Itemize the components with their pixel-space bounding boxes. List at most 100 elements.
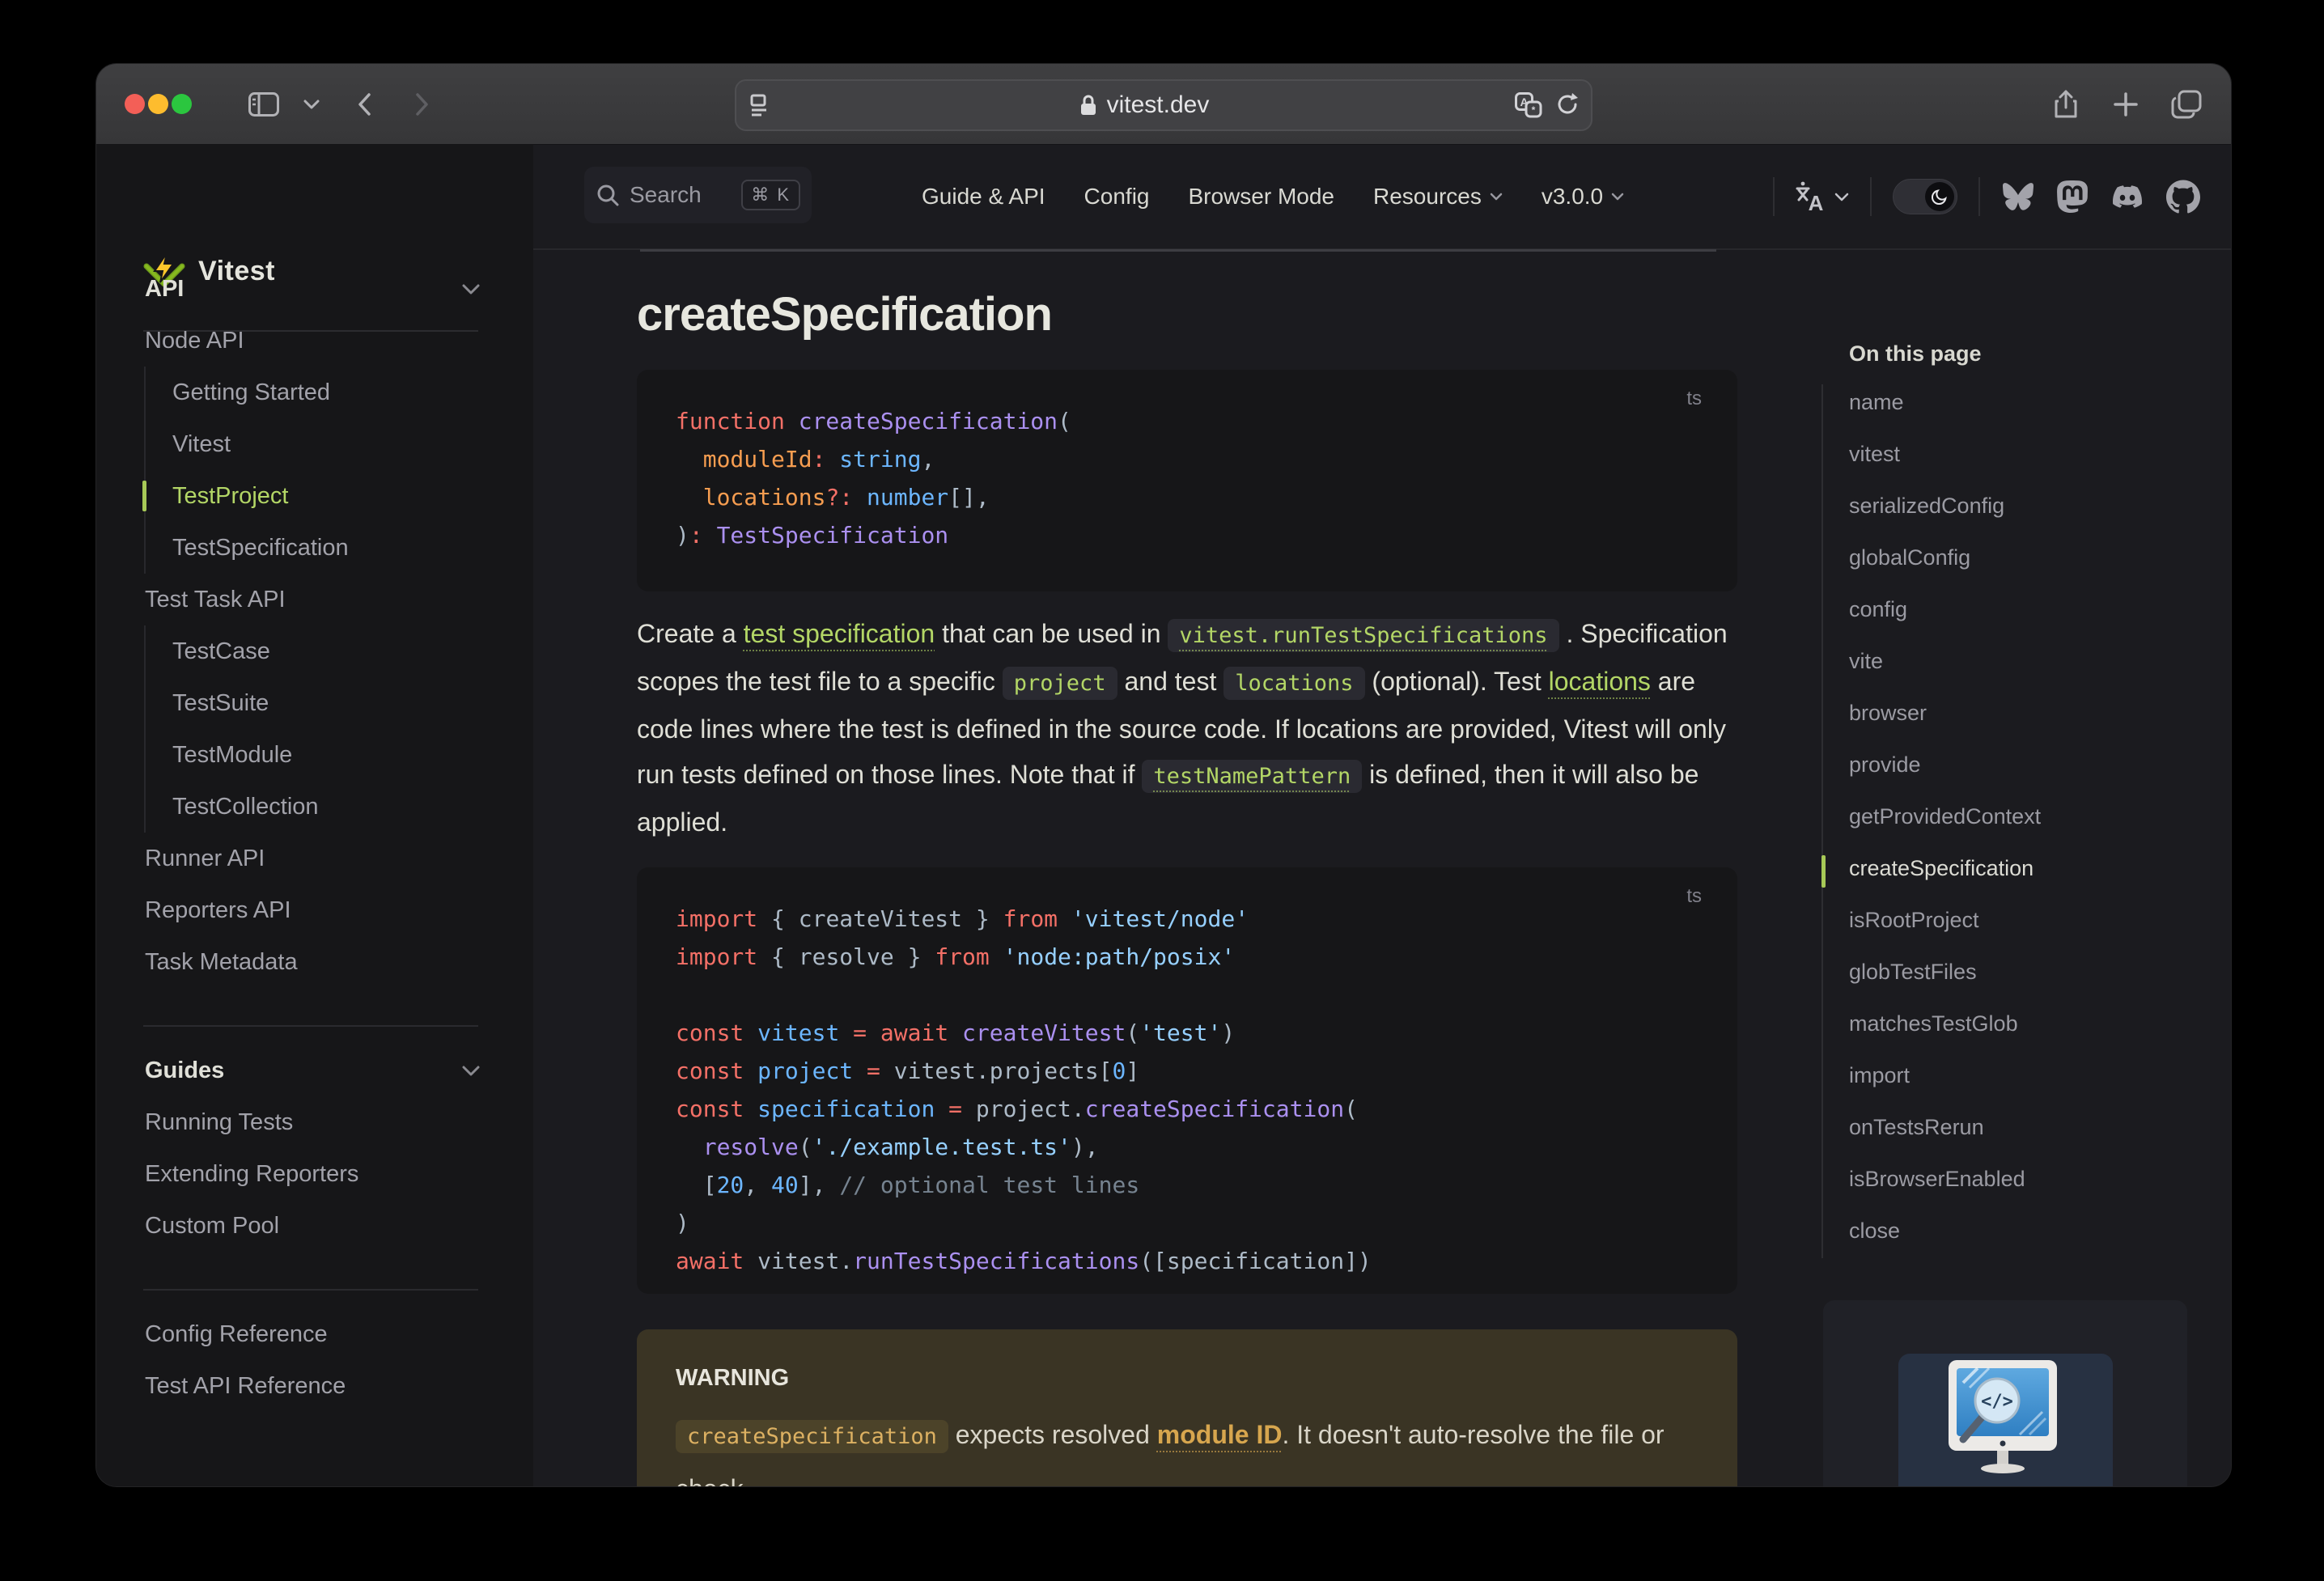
sidebar-divider (143, 1025, 478, 1027)
inline-code: createSpecification (676, 1420, 948, 1453)
discord-icon[interactable] (2110, 182, 2145, 211)
zoom-window-button[interactable] (172, 94, 192, 114)
docs-sidebar: Vitest API Node API Getting Started Vitest T… (96, 145, 533, 1486)
chevron-down-icon (1611, 193, 1624, 201)
inline-link[interactable]: locations (1549, 667, 1651, 696)
inline-code: project (1002, 667, 1117, 700)
toc-item-isrootproject[interactable]: isRootProject (1821, 894, 2210, 946)
toc-item-createspecification[interactable]: createSpecification (1821, 842, 2210, 894)
inline-code-link[interactable]: vitest.runTestSpecifications (1168, 619, 1559, 652)
sidebar-item-runner-api[interactable]: Runner API (96, 833, 533, 884)
language-menu[interactable]: A (1796, 180, 1849, 213)
toc-item-ontestsrerun[interactable]: onTestsRerun (1821, 1101, 2210, 1153)
browser-window: vitest.dev A * Vitest API Node API Getti… (95, 63, 2232, 1487)
warning-line: createSpecification expects resolved mod… (676, 1409, 1698, 1486)
page-title: createSpecification (637, 288, 1053, 341)
forward-button[interactable] (415, 64, 430, 145)
toc-item-getprovidedcontext[interactable]: getProvidedContext (1821, 790, 2210, 842)
toc-title: On this page (1849, 341, 1982, 366)
sidebar-item-guides[interactable]: Guides (96, 1045, 533, 1096)
toc-item-vite[interactable]: vite (1821, 635, 2210, 687)
minimize-window-button[interactable] (148, 94, 168, 114)
warning-title: WARNING (676, 1365, 790, 1391)
toc-item-name[interactable]: name (1821, 376, 2210, 428)
close-window-button[interactable] (125, 94, 145, 114)
sidebar-item-vitest[interactable]: Vitest (96, 418, 533, 470)
sidebar-item-reporters-api[interactable]: Reporters API (96, 884, 533, 936)
sidebar-item-extending-reporters[interactable]: Extending Reporters (96, 1148, 533, 1200)
warning-callout: WARNING createSpecification expects reso… (637, 1329, 1737, 1486)
sidebar-toggle-icon[interactable] (248, 64, 279, 145)
reload-icon[interactable] (1555, 92, 1580, 118)
toc-item-matchestestglob[interactable]: matchesTestGlob (1821, 998, 2210, 1049)
new-tab-icon[interactable] (2113, 64, 2139, 145)
toc-item-serializedconfig[interactable]: serializedConfig (1821, 480, 2210, 532)
description-paragraph: Create a test specification that can be … (637, 619, 1728, 837)
tabs-overview-icon[interactable] (2171, 64, 2202, 145)
svg-text:A: A (1809, 191, 1824, 213)
toc-item-provide[interactable]: provide (1821, 739, 2210, 790)
chevron-down-icon (1490, 193, 1503, 201)
toc-item-browser[interactable]: browser (1821, 687, 2210, 739)
toc-item-globalconfig[interactable]: globalConfig (1821, 532, 2210, 583)
svg-text:*: * (1532, 104, 1536, 116)
sidebar-item-testcollection[interactable]: TestCollection (96, 781, 533, 833)
inline-code-link[interactable]: testNamePattern (1142, 760, 1363, 793)
inline-link[interactable]: module ID (1157, 1420, 1283, 1449)
nav-link-resources[interactable]: Resources (1373, 184, 1503, 210)
sidebar-chevron-down-icon[interactable] (303, 64, 320, 145)
nav-link-guide-api[interactable]: Guide & API (922, 184, 1045, 210)
inline-link[interactable]: test specification (744, 619, 935, 648)
translate-icon[interactable]: A * (1515, 92, 1542, 118)
sidebar-item-testspecification[interactable]: TestSpecification (96, 522, 533, 574)
moon-icon (1925, 182, 1954, 211)
sidebar-item-task-metadata[interactable]: Task Metadata (96, 936, 533, 988)
code-language-badge: ts (1686, 885, 1702, 907)
code-block-example[interactable]: ts import { createVitest } from 'vitest/… (637, 867, 1737, 1294)
toc-item-globtestfiles[interactable]: globTestFiles (1821, 946, 2210, 998)
code-block-signature[interactable]: ts function createSpecification( moduleI… (637, 370, 1737, 591)
github-icon[interactable] (2166, 180, 2200, 214)
nav-link-config[interactable]: Config (1084, 184, 1150, 210)
toc-item-import[interactable]: import (1821, 1049, 2210, 1101)
back-button[interactable] (357, 64, 371, 145)
sidebar-item-testcase[interactable]: TestCase (96, 625, 533, 677)
sidebar-item-testmodule[interactable]: TestModule (96, 729, 533, 781)
toc-item-close[interactable]: close (1821, 1205, 2210, 1257)
sidebar-item-test-task-api[interactable]: Test Task API (96, 574, 533, 625)
sidebar-item-custom-pool[interactable]: Custom Pool (96, 1200, 533, 1252)
sidebar-item-running-tests[interactable]: Running Tests (96, 1096, 533, 1148)
sidebar-item-getting-started[interactable]: Getting Started (96, 367, 533, 418)
toc-rail (1821, 384, 1823, 1258)
theme-toggle[interactable] (1893, 179, 1957, 214)
toc-active-indicator (1821, 855, 1826, 888)
sidebar-item-testproject[interactable]: TestProject (96, 470, 533, 522)
sponsor-box[interactable]: </> (1823, 1300, 2187, 1486)
content-top-divider (640, 249, 1716, 252)
mastodon-icon[interactable] (2056, 180, 2089, 214)
bluesky-icon[interactable] (2001, 181, 2035, 212)
translate-icon: A (1796, 180, 1826, 213)
toc-item-isbrowserenabled[interactable]: isBrowserEnabled (1821, 1153, 2210, 1205)
sidebar-item-node-api[interactable]: Node API (96, 315, 533, 367)
code-lines: function createSpecification( moduleId: … (676, 408, 1071, 549)
sidebar-item-config-reference[interactable]: Config Reference (96, 1308, 533, 1360)
sidebar-item-api[interactable]: API (96, 263, 533, 315)
sidebar-item-test-api-reference[interactable]: Test API Reference (96, 1360, 533, 1412)
sidebar-nav-list: API Node API Getting Started Vitest TestProj… (96, 263, 533, 1412)
address-bar[interactable]: vitest.dev A * (735, 79, 1592, 131)
navbar-separator (1773, 177, 1775, 216)
share-icon[interactable] (2054, 64, 2078, 145)
site-navbar: Search ⌘ K Guide & API Config Browser Mode… (533, 145, 2231, 250)
toc-item-vitest[interactable]: vitest (1821, 428, 2210, 480)
on-this-page: On this page name vitest serializedConfig g… (1821, 331, 2210, 1258)
search-button[interactable]: Search ⌘ K (584, 167, 812, 223)
nav-link-v3-0-0[interactable]: v3.0.0 (1542, 184, 1624, 210)
nav-link-browser-mode[interactable]: Browser Mode (1188, 184, 1334, 210)
code-lines: import { createVitest } from 'vitest/nod… (676, 905, 1372, 1274)
toc-item-config[interactable]: config (1821, 583, 2210, 635)
navbar-links: Guide & API Config Browser Mode Resources v3… (922, 145, 1624, 248)
reader-mode-icon[interactable] (749, 93, 774, 117)
chevron-down-icon (462, 284, 480, 295)
sidebar-item-testsuite[interactable]: TestSuite (96, 677, 533, 729)
